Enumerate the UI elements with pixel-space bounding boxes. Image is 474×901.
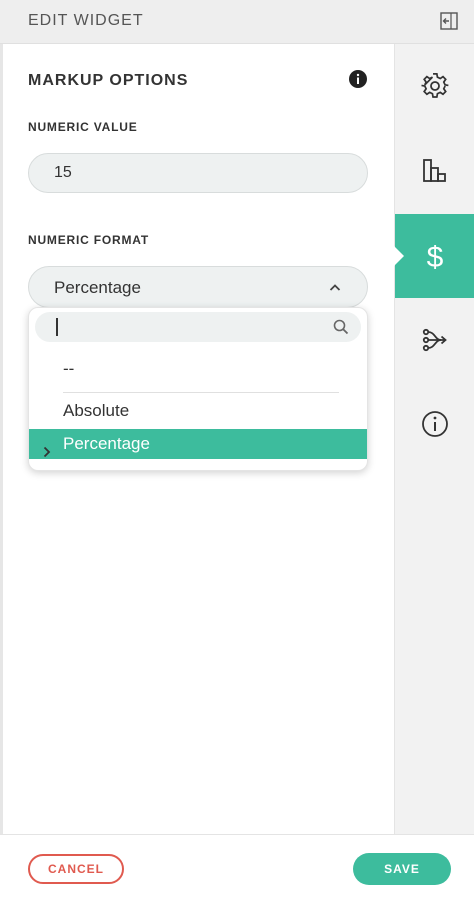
panel-title: EDIT WIDGET — [28, 12, 144, 29]
cancel-button[interactable]: CANCEL — [28, 854, 124, 884]
dollar-icon: $ — [427, 242, 444, 270]
save-button[interactable]: SAVE — [353, 853, 451, 885]
dropdown-option-percentage[interactable]: Percentage — [29, 429, 367, 459]
markup-options-panel: MARKUP OPTIONS NUMERIC VALUE 15 NUMERIC … — [3, 44, 394, 834]
dropdown-search-input[interactable] — [35, 312, 361, 342]
numeric-value-label: NUMERIC VALUE — [28, 120, 138, 134]
sidebar-item-settings[interactable] — [395, 44, 474, 128]
bar-chart-icon — [423, 159, 446, 182]
sidebar-item-markup[interactable]: $ — [394, 214, 474, 298]
svg-text:$: $ — [427, 242, 444, 270]
dropdown-option-absolute[interactable]: Absolute — [29, 396, 367, 426]
info-icon[interactable] — [349, 70, 367, 88]
numeric-format-label: NUMERIC FORMAT — [28, 233, 149, 247]
panel-footer: CANCEL SAVE — [0, 834, 474, 901]
text-cursor — [56, 318, 58, 336]
chevron-up-icon — [329, 281, 341, 293]
gear-icon — [421, 73, 449, 98]
sidebar-item-chart[interactable] — [395, 128, 474, 212]
search-icon — [333, 319, 349, 335]
dropdown-option-label: Percentage — [63, 434, 150, 453]
dropdown-option-none[interactable]: -- — [29, 354, 367, 384]
widget-sidebar: $ — [394, 44, 474, 834]
numeric-format-selected: Percentage — [54, 278, 141, 297]
sidebar-item-info[interactable] — [395, 382, 474, 466]
info-circle-icon — [422, 411, 448, 437]
branch-arrows-icon — [422, 328, 447, 352]
collapse-panel-icon[interactable] — [440, 12, 458, 30]
numeric-format-dropdown: -- Absolute Percentage — [28, 307, 368, 471]
chevron-right-icon — [43, 438, 51, 458]
panel-header: EDIT WIDGET — [0, 0, 474, 44]
active-indicator — [394, 246, 404, 266]
dropdown-divider — [63, 392, 339, 393]
numeric-value-input[interactable]: 15 — [28, 153, 368, 193]
sidebar-item-drilldown[interactable] — [395, 298, 474, 382]
numeric-format-select[interactable]: Percentage — [28, 266, 368, 308]
section-title: MARKUP OPTIONS — [28, 72, 189, 89]
